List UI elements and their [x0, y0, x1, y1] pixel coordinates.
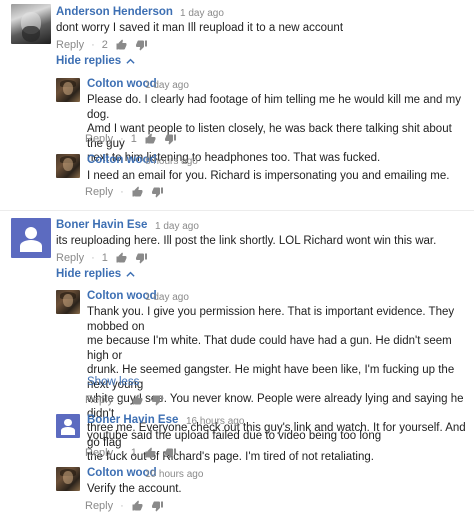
thumbs-down-icon[interactable]	[135, 252, 148, 264]
comment-actions: Reply · 1	[56, 251, 148, 265]
chevron-up-icon	[126, 271, 135, 277]
reply-text-line: me because I'm white. That dude could ha…	[87, 335, 452, 362]
reply-actions: Reply ·	[85, 393, 164, 407]
avatar[interactable]	[56, 467, 80, 491]
separator-dot: ·	[120, 447, 124, 459]
reply-text: youtube said the upload failed due to vi…	[87, 429, 471, 444]
hide-replies-toggle[interactable]: Hide replies	[56, 268, 135, 280]
reply-button[interactable]: Reply	[56, 252, 84, 264]
reply-author[interactable]: Boner Havin Ese	[87, 414, 178, 426]
avatar[interactable]	[11, 218, 51, 258]
hide-replies-label: Hide replies	[56, 268, 122, 280]
reply-text-line: Verify the account.	[87, 483, 182, 495]
reply-actions: Reply ·	[85, 499, 164, 513]
reply-timestamp[interactable]: 16 hours ago	[186, 416, 244, 427]
thumbs-up-icon[interactable]	[115, 252, 128, 264]
thumbs-down-icon[interactable]	[151, 500, 164, 512]
comment-text: its reuploading here. Ill post the link …	[56, 235, 437, 247]
thumbs-up-icon[interactable]	[131, 394, 144, 406]
avatar[interactable]	[56, 414, 80, 438]
separator-dot: ·	[120, 394, 124, 406]
separator-dot: ·	[91, 252, 95, 264]
like-count: 1	[101, 252, 108, 264]
reply-text-line: drunk. He seemed gangster. He might have…	[87, 364, 455, 391]
avatar[interactable]	[56, 290, 80, 314]
thumbs-up-icon[interactable]	[131, 500, 144, 512]
reply-text-line: youtube said the upload failed due to vi…	[87, 430, 382, 442]
thumbs-up-icon[interactable]	[144, 447, 157, 459]
reply-button[interactable]: Reply	[85, 447, 113, 459]
reply-actions: Reply · 1	[85, 446, 177, 460]
show-less-link[interactable]: Show less	[87, 376, 139, 388]
reply-button[interactable]: Reply	[85, 394, 113, 406]
reply-timestamp[interactable]: 10 hours ago	[145, 469, 203, 480]
reply-timestamp[interactable]: 1 day ago	[145, 292, 189, 303]
comment-author[interactable]: Boner Havin Ese	[56, 219, 147, 231]
thumbs-down-icon[interactable]	[151, 394, 164, 406]
reply-text-line: Thank you. I give you permission here. T…	[87, 306, 455, 333]
separator-dot: ·	[120, 500, 124, 512]
reply-text: Verify the account.	[87, 482, 471, 497]
comment-timestamp[interactable]: 1 day ago	[155, 221, 199, 232]
like-count: 1	[130, 447, 137, 459]
reply-button[interactable]: Reply	[85, 500, 113, 512]
comment-thread: Boner Havin Ese 1 day ago its reuploadin…	[0, 0, 474, 517]
thumbs-down-icon[interactable]	[164, 447, 177, 459]
